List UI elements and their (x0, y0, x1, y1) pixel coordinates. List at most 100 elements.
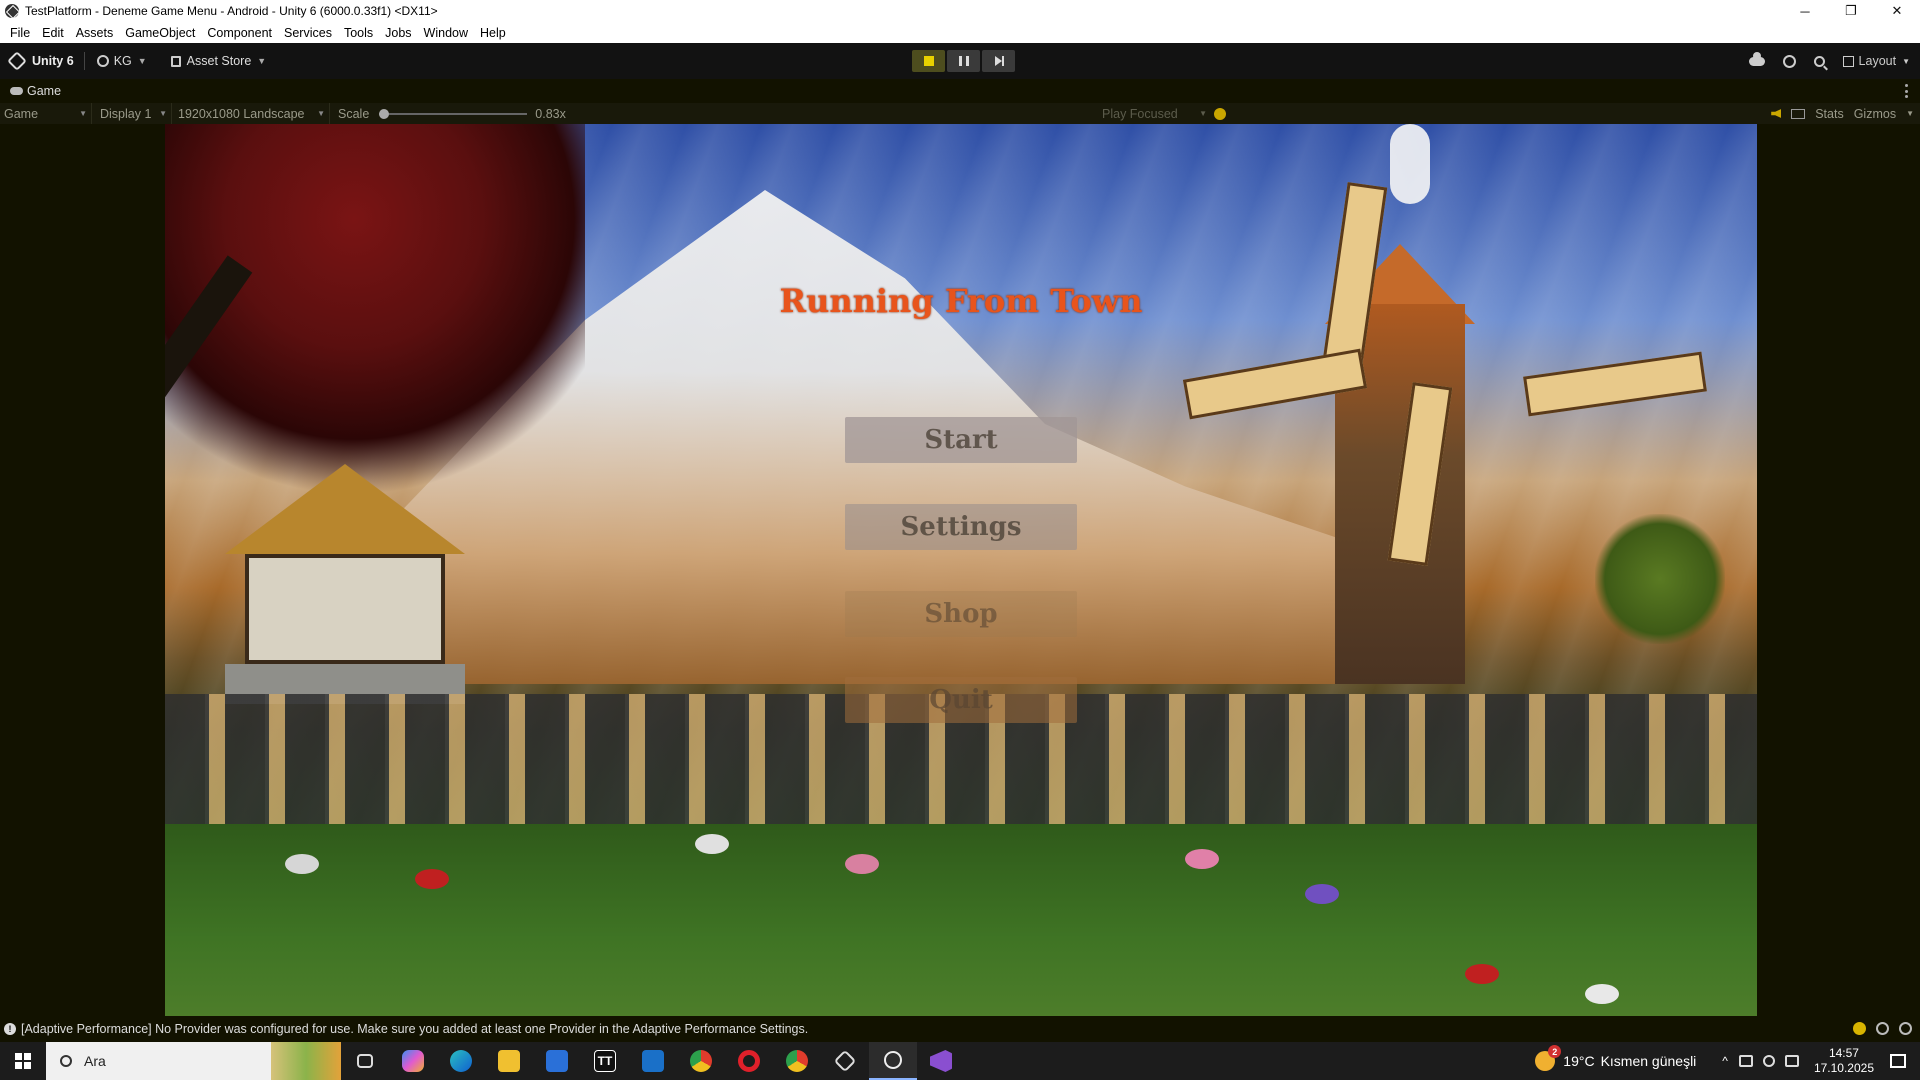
weather-widget[interactable]: 2 19°C Kısmen güneşli (1535, 1045, 1697, 1071)
display-dropdown[interactable]: Display 1 ▼ (92, 103, 172, 124)
chevron-up-icon[interactable]: ^ (1722, 1054, 1728, 1068)
cottage-roof (225, 464, 465, 554)
unity-hub-icon (833, 1049, 857, 1073)
unity-hub-button[interactable] (821, 1042, 869, 1080)
more-options-icon[interactable] (1905, 84, 1908, 98)
menu-jobs[interactable]: Jobs (379, 26, 417, 40)
toolbar-right: Layout ▼ (1748, 43, 1910, 79)
window-controls: ─ ❐ ✕ (1782, 0, 1920, 22)
close-button[interactable]: ✕ (1874, 0, 1920, 22)
game-viewport[interactable]: Running From Town Start Settings Shop Qu… (165, 124, 1757, 1016)
keyboard-icon[interactable] (1791, 108, 1806, 119)
weather-temperature: 19°C (1563, 1053, 1595, 1069)
search-icon[interactable] (1813, 55, 1825, 67)
flower (845, 854, 879, 874)
game-mode-dropdown[interactable]: Game ▼ (0, 103, 92, 124)
menu-services[interactable]: Services (278, 26, 338, 40)
restore-button[interactable]: ❐ (1828, 0, 1874, 22)
speaker-icon[interactable] (1771, 109, 1782, 118)
menu-edit[interactable]: Edit (36, 26, 70, 40)
chrome-button[interactable] (677, 1042, 725, 1080)
chevron-down-icon[interactable]: ▼ (1906, 109, 1914, 118)
edge-button[interactable] (437, 1042, 485, 1080)
console-status-bar[interactable]: ! [Adaptive Performance] No Provider was… (0, 1016, 1920, 1042)
volume-icon[interactable] (1762, 1055, 1775, 1067)
unity-icon (884, 1051, 902, 1069)
account-icon (96, 55, 109, 67)
account-dropdown[interactable]: KG ▼ (85, 54, 159, 68)
stats-button[interactable]: Stats (1815, 107, 1844, 121)
unity-version-label: Unity 6 (32, 54, 74, 68)
shop-button[interactable]: Shop (845, 591, 1077, 637)
pause-button[interactable] (947, 50, 980, 72)
gizmos-button[interactable]: Gizmos (1854, 107, 1896, 121)
shopping-bag-icon (170, 55, 181, 67)
layers-icon[interactable] (1876, 1022, 1889, 1035)
store-button[interactable] (533, 1042, 581, 1080)
chrome-profile-button[interactable] (773, 1042, 821, 1080)
cloud-icon[interactable] (1748, 51, 1765, 66)
play-focused-label: Play Focused (1102, 106, 1178, 121)
menu-help[interactable]: Help (474, 26, 512, 40)
flower (1305, 884, 1339, 904)
network-icon[interactable] (1784, 1055, 1799, 1067)
battery-icon[interactable] (1738, 1055, 1753, 1067)
opera-button[interactable] (725, 1042, 773, 1080)
stop-icon (923, 56, 934, 66)
tt-app-button[interactable]: TT (581, 1042, 629, 1080)
notifications-icon[interactable] (1890, 1054, 1906, 1068)
debug-mode-icon[interactable] (1853, 1022, 1866, 1035)
minimize-button[interactable]: ─ (1782, 0, 1828, 22)
tt-app-icon: TT (594, 1050, 616, 1072)
unity-editor-button[interactable] (869, 1042, 917, 1080)
start-button[interactable]: Start (845, 417, 1077, 463)
tab-game[interactable]: Game (0, 84, 61, 98)
clock-date: 17.10.2025 (1813, 1061, 1874, 1075)
outlook-icon (642, 1050, 664, 1072)
asset-store-dropdown[interactable]: Asset Store ▼ (159, 54, 279, 68)
menu-file[interactable]: File (4, 26, 36, 40)
play-focused-dropdown[interactable]: Play Focused ▼ (1102, 103, 1207, 124)
flower (285, 854, 319, 874)
unity-version-button[interactable]: Unity 6 (0, 51, 84, 71)
quit-button[interactable]: Quit (845, 677, 1077, 723)
display-label: Display 1 (100, 106, 152, 121)
menu-tools[interactable]: Tools (338, 26, 379, 40)
menu-gameobject[interactable]: GameObject (119, 26, 201, 40)
menu-component[interactable]: Component (201, 26, 278, 40)
settings-button[interactable]: Settings (845, 504, 1077, 550)
account-label: KG (113, 54, 132, 68)
history-icon[interactable] (1782, 54, 1796, 68)
chevron-down-icon: ▼ (257, 56, 267, 66)
info-icon: ! (4, 1023, 16, 1035)
taskbar-search[interactable]: Ara (46, 1042, 341, 1080)
step-button[interactable] (982, 50, 1015, 72)
scale-slider-handle[interactable] (379, 108, 390, 119)
bug-icon[interactable] (1214, 108, 1226, 120)
task-view-button[interactable] (341, 1042, 389, 1080)
gamepad-icon (10, 87, 23, 95)
menu-assets[interactable]: Assets (70, 26, 120, 40)
store-icon (546, 1050, 568, 1072)
resolution-dropdown[interactable]: 1920x1080 Landscape ▼ (172, 103, 330, 124)
layout-dropdown[interactable]: Layout ▼ (1842, 54, 1910, 68)
menu-window[interactable]: Window (418, 26, 474, 40)
visual-studio-button[interactable] (917, 1042, 965, 1080)
stop-button[interactable] (912, 50, 945, 72)
console-message[interactable]: [Adaptive Performance] No Provider was c… (21, 1022, 808, 1036)
system-tray: 2 19°C Kısmen güneşli ^ 14:57 17.10.2025 (1535, 1042, 1920, 1080)
outlook-button[interactable] (629, 1042, 677, 1080)
copilot-button[interactable] (389, 1042, 437, 1080)
chrome-icon (690, 1050, 712, 1072)
flower (1465, 964, 1499, 984)
asset-store-label: Asset Store (186, 54, 252, 68)
visual-studio-icon (930, 1050, 952, 1072)
file-explorer-button[interactable] (485, 1042, 533, 1080)
copilot-icon (402, 1050, 424, 1072)
scale-slider[interactable] (379, 108, 528, 119)
taskbar-clock[interactable]: 14:57 17.10.2025 (1814, 1046, 1874, 1076)
progress-icon[interactable] (1899, 1022, 1912, 1035)
start-menu-button[interactable] (0, 1042, 46, 1080)
window-titlebar: TestPlatform - Deneme Game Menu - Androi… (0, 0, 1920, 22)
weather-description: Kısmen güneşli (1600, 1053, 1697, 1069)
